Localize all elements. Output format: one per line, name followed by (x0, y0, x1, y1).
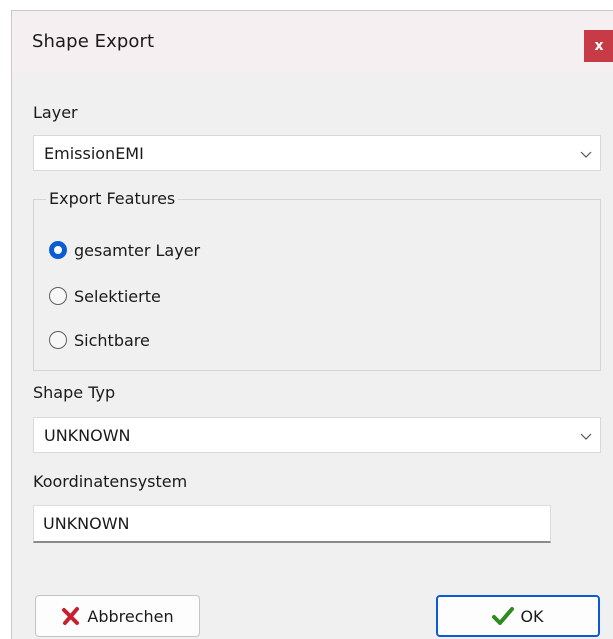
koordinatensystem-input[interactable] (43, 514, 533, 533)
layer-label: Layer (33, 103, 78, 122)
close-button[interactable]: x (584, 30, 613, 62)
shape-export-dialog: Shape Export x Layer EmissionEMI Export … (11, 10, 613, 639)
ok-button-label: OK (520, 606, 544, 626)
radio-gesamter-layer[interactable]: gesamter Layer (49, 238, 200, 262)
chevron-down-icon (580, 151, 592, 158)
shape-typ-dropdown[interactable]: UNKNOWN (33, 417, 601, 453)
koordinatensystem-field[interactable] (33, 505, 551, 543)
cancel-button[interactable]: Abbrechen (35, 595, 200, 637)
radio-button-checked[interactable] (49, 241, 67, 259)
shape-typ-selected-value: UNKNOWN (44, 426, 131, 445)
layer-dropdown[interactable]: EmissionEMI (33, 135, 601, 171)
radio-label: Selektierte (74, 286, 161, 306)
radio-label: Sichtbare (74, 330, 150, 350)
shape-typ-label: Shape Typ (33, 383, 116, 402)
cancel-button-label: Abbrechen (87, 606, 174, 626)
radio-button[interactable] (49, 331, 67, 349)
checkmark-icon (492, 607, 515, 625)
layer-selected-value: EmissionEMI (44, 144, 144, 163)
radio-button[interactable] (49, 287, 67, 305)
close-icon: x (594, 38, 604, 54)
export-features-group: Export Features gesamter Layer Selektier… (33, 189, 601, 371)
radio-selektierte[interactable]: Selektierte (49, 284, 161, 308)
radio-sichtbare[interactable]: Sichtbare (49, 328, 150, 352)
window-title: Shape Export (32, 31, 155, 52)
chevron-down-icon (580, 433, 592, 440)
koordinatensystem-label: Koordinatensystem (33, 472, 188, 491)
x-mark-icon (62, 607, 80, 625)
export-features-legend: Export Features (46, 189, 179, 208)
ok-button[interactable]: OK (436, 595, 600, 637)
radio-label: gesamter Layer (74, 240, 201, 260)
title-bar[interactable]: Shape Export x (12, 11, 613, 73)
